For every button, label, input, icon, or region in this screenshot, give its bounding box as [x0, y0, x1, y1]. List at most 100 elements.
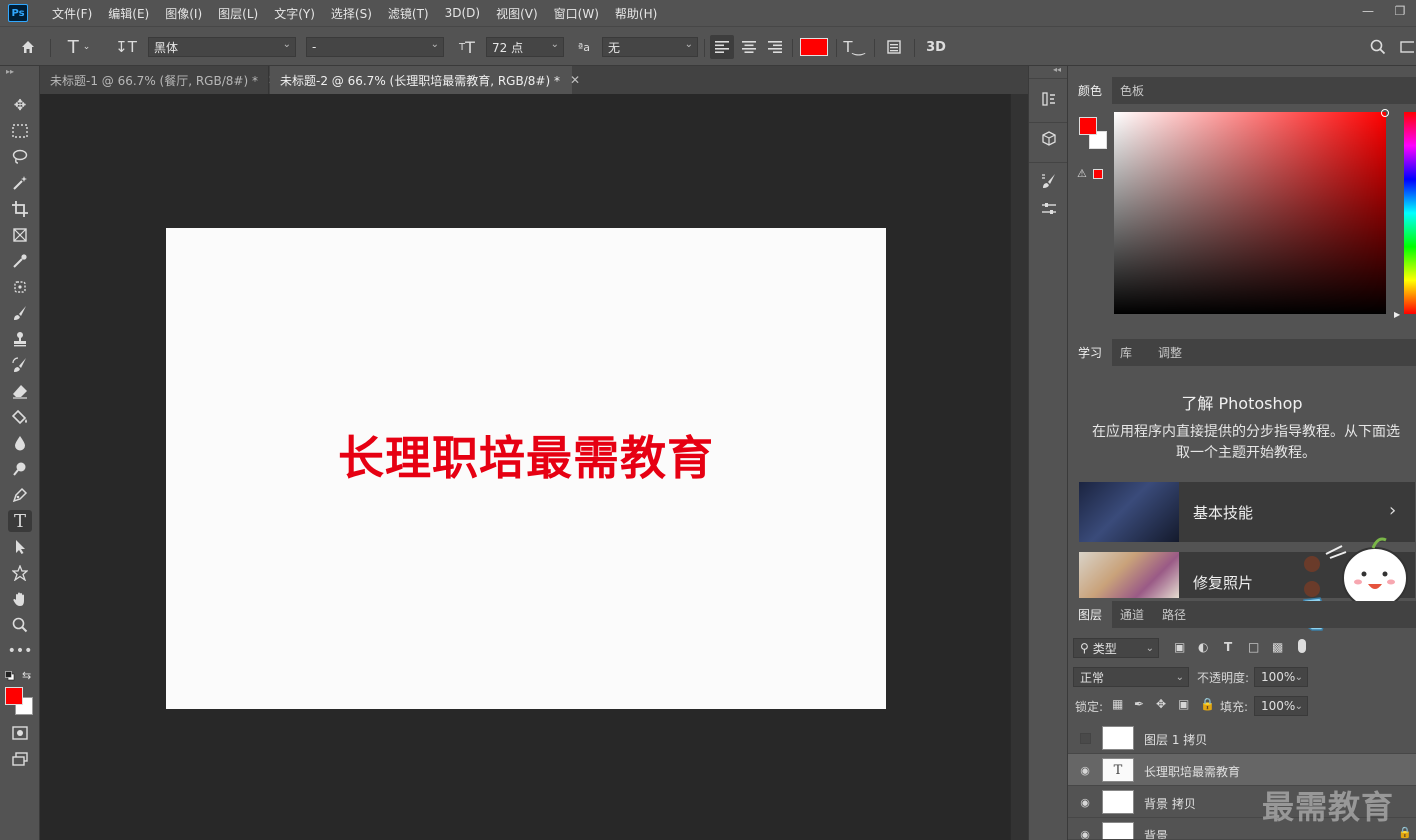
antialias-select[interactable]: 无 ⌄	[602, 37, 698, 57]
tab-channels[interactable]: 通道	[1110, 601, 1154, 628]
layer-name[interactable]: 长理职培最需教育	[1144, 763, 1240, 780]
move-tool-icon[interactable]: ✥	[8, 94, 32, 116]
toggle-text-orientation-icon[interactable]: ↧T	[114, 35, 138, 59]
layer-name[interactable]: 背景 拷贝	[1144, 795, 1196, 812]
eyedropper-tool-icon[interactable]	[8, 250, 32, 272]
document-tab-1[interactable]: 未标题-1 @ 66.7% (餐厅, RGB/8#) *✕	[40, 66, 278, 94]
menu-edit[interactable]: 编辑(E)	[100, 5, 157, 22]
tab-color[interactable]: 颜色	[1068, 77, 1113, 104]
healing-brush-tool-icon[interactable]	[8, 276, 32, 298]
magic-wand-tool-icon[interactable]	[8, 172, 32, 194]
filter-toggle-icon[interactable]	[1298, 639, 1306, 653]
menu-type[interactable]: 文字(Y)	[266, 5, 323, 22]
screen-mode-icon[interactable]	[8, 748, 32, 770]
color-picker-field[interactable]	[1114, 112, 1386, 314]
font-size-select[interactable]: 72 点 ⌄	[486, 37, 564, 57]
expand-panels-icon[interactable]: ◂◂	[1053, 65, 1061, 74]
font-style-select[interactable]: - ⌄	[306, 37, 444, 57]
swap-colors-icon[interactable]: ⇆	[22, 669, 31, 682]
eye-icon[interactable]: ◉	[1078, 827, 1092, 840]
out-of-gamut-warning-icon[interactable]: ⚠	[1077, 167, 1087, 180]
frame-tool-icon[interactable]	[8, 224, 32, 246]
layer-name[interactable]: 背景	[1144, 827, 1168, 839]
layer-row[interactable]: 图层 1 拷贝	[1068, 722, 1416, 754]
blur-tool-icon[interactable]	[8, 432, 32, 454]
filter-adjustment-layers-icon[interactable]: ◐	[1198, 640, 1208, 654]
brush-settings-icon[interactable]	[1037, 170, 1061, 192]
tab-paths[interactable]: 路径	[1152, 601, 1196, 628]
canvas-text-layer[interactable]: 长理职培最需教育	[166, 422, 886, 488]
quick-mask-icon[interactable]	[8, 722, 32, 744]
marquee-tool-icon[interactable]	[8, 120, 32, 142]
document-tab-2[interactable]: 未标题-2 @ 66.7% (长理职培最需教育, RGB/8#) * ✕	[270, 66, 580, 94]
filter-type-layers-icon[interactable]: T	[1224, 640, 1232, 654]
3d-panel-icon[interactable]	[1037, 128, 1061, 150]
tab-learn[interactable]: 学习	[1068, 339, 1113, 366]
document-canvas[interactable]: 长理职培最需教育	[166, 228, 886, 709]
opacity-input[interactable]: 100% ⌄	[1254, 667, 1308, 687]
foreground-color-swatch[interactable]	[5, 687, 23, 705]
vertical-scrollbar[interactable]	[1010, 94, 1028, 840]
crop-tool-icon[interactable]	[8, 198, 32, 220]
default-colors-icon[interactable]	[5, 670, 15, 681]
minimize-icon[interactable]: —	[1352, 0, 1384, 22]
path-selection-tool-icon[interactable]	[8, 536, 32, 558]
search-icon[interactable]	[1366, 35, 1390, 59]
clone-stamp-tool-icon[interactable]	[8, 328, 32, 350]
3d-button[interactable]: 3D	[922, 35, 950, 59]
align-right-icon[interactable]	[763, 35, 787, 59]
menu-window[interactable]: 窗口(W)	[546, 5, 607, 22]
eraser-tool-icon[interactable]	[8, 380, 32, 402]
menu-file[interactable]: 文件(F)	[44, 5, 100, 22]
lock-artboard-icon[interactable]: ▣	[1178, 697, 1189, 711]
menu-layer[interactable]: 图层(L)	[210, 5, 266, 22]
lock-image-pixels-icon[interactable]: ✒	[1134, 697, 1144, 711]
filter-shape-layers-icon[interactable]: □	[1248, 640, 1259, 654]
tab-layers[interactable]: 图层	[1068, 601, 1113, 628]
menu-3d[interactable]: 3D(D)	[437, 6, 488, 20]
menu-filter[interactable]: 滤镜(T)	[380, 5, 437, 22]
type-tool-preset-icon[interactable]: T ⌄	[60, 35, 98, 59]
menu-help[interactable]: 帮助(H)	[607, 5, 665, 22]
lock-position-icon[interactable]: ✥	[1156, 697, 1166, 711]
tab-swatches[interactable]: 色板	[1110, 77, 1154, 104]
pen-tool-icon[interactable]	[8, 484, 32, 506]
more-tools-icon[interactable]: •••	[8, 640, 33, 662]
align-left-icon[interactable]	[710, 35, 734, 59]
align-center-icon[interactable]	[737, 35, 761, 59]
menu-image[interactable]: 图像(I)	[157, 5, 210, 22]
layer-name[interactable]: 图层 1 拷贝	[1144, 731, 1207, 748]
hand-tool-icon[interactable]	[8, 588, 32, 610]
hue-slider[interactable]	[1404, 112, 1416, 314]
filter-pixel-layers-icon[interactable]: ▣	[1174, 640, 1185, 654]
type-tool-icon[interactable]: T	[8, 510, 32, 532]
lasso-tool-icon[interactable]	[8, 146, 32, 168]
home-icon[interactable]	[16, 35, 40, 59]
lock-transparent-pixels-icon[interactable]: ▦	[1112, 697, 1123, 711]
fill-input[interactable]: 100% ⌄	[1254, 696, 1308, 716]
blend-mode-select[interactable]: 正常 ⌄	[1073, 667, 1189, 687]
lock-all-icon[interactable]: 🔒	[1200, 697, 1215, 711]
font-family-select[interactable]: 黑体 ⌄	[148, 37, 296, 57]
text-color-swatch[interactable]	[799, 35, 829, 59]
menu-view[interactable]: 视图(V)	[488, 5, 546, 22]
layer-filter-select[interactable]: ⚲ 类型 ⌄	[1073, 638, 1159, 658]
hue-slider-handle[interactable]: ▶	[1394, 310, 1400, 319]
visibility-hidden-icon[interactable]	[1078, 731, 1092, 745]
properties-icon[interactable]	[1037, 198, 1061, 220]
filter-smart-objects-icon[interactable]: ▩	[1272, 640, 1283, 654]
tab-libraries[interactable]: 库	[1110, 339, 1142, 366]
restore-icon[interactable]: ❐	[1384, 0, 1416, 22]
color-picker-cursor[interactable]	[1381, 109, 1389, 117]
paint-bucket-tool-icon[interactable]	[8, 406, 32, 428]
close-icon[interactable]: ✕	[570, 73, 580, 87]
gamut-color-swatch[interactable]	[1093, 169, 1103, 179]
dodge-tool-icon[interactable]	[8, 458, 32, 480]
tab-adjustments[interactable]: 调整	[1148, 339, 1192, 366]
eye-icon[interactable]: ◉	[1078, 795, 1092, 809]
collapse-panel-icon[interactable]: ▸▸	[6, 67, 14, 76]
brush-tool-icon[interactable]	[8, 302, 32, 324]
workspace-icon[interactable]	[1398, 35, 1416, 59]
history-brush-tool-icon[interactable]	[8, 354, 32, 376]
warp-text-icon[interactable]: T‿	[842, 35, 866, 59]
